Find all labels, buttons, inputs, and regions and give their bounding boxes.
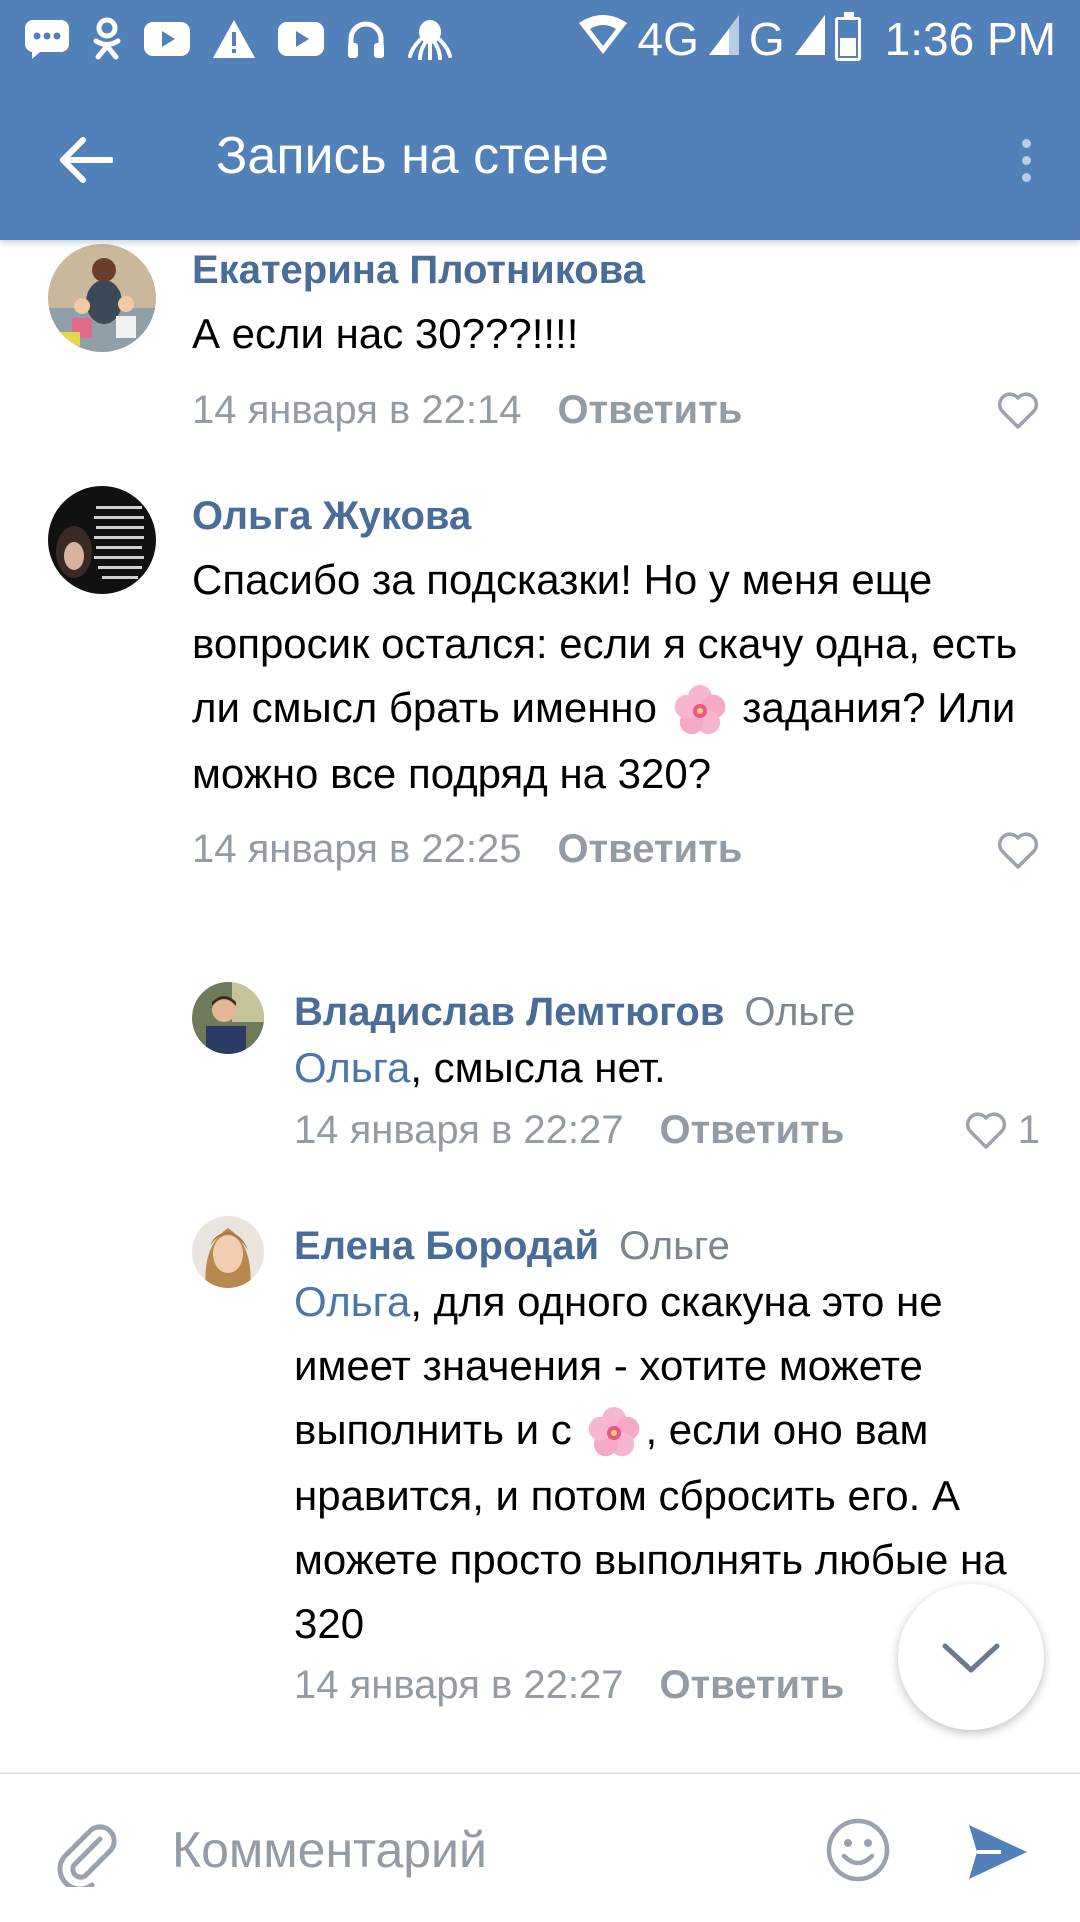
attach-button[interactable] [46,1812,126,1892]
back-arrow-icon [60,137,113,183]
avatar[interactable] [192,982,264,1054]
comment-meta: 14 января в 22:14 Ответить [192,380,1040,440]
toolbar: Запись на стене [0,92,1080,224]
reply-to-label[interactable]: Ольге [744,990,855,1034]
reply-button[interactable]: Ответить [659,1663,844,1708]
comment-text-part: , смысла нет. [410,1044,666,1091]
chevron-down-icon [942,1643,1000,1673]
comment-text: А если нас 30???!!!! [192,310,579,357]
reply-button[interactable]: Ответить [557,388,742,433]
comment-meta: 14 января в 22:25 Ответить [192,820,1040,880]
cherry-blossom-emoji-icon [589,1406,640,1457]
reply-to-label[interactable]: Ольге [619,1224,730,1268]
more-options-button[interactable] [996,120,1056,200]
author-name[interactable]: Екатерина Плотникова [192,248,645,292]
signal-icon-2 [794,12,825,66]
send-button[interactable] [958,1812,1038,1892]
warning-icon [212,17,256,61]
paperclip-icon [57,1824,117,1887]
comment-text: Ольга, смысла нет. [294,1036,1040,1100]
comment-body: Екатерина Плотникова А если нас 30???!!!… [192,246,1040,440]
comment-date[interactable]: 14 января в 22:14 [192,388,521,433]
youtube-icon [144,17,190,61]
headphones-icon [346,17,386,61]
notification-icons [24,14,452,64]
status-bar: 4G G 1:36 PM [0,0,1080,78]
comment-date[interactable]: 14 января в 22:25 [192,827,521,872]
page-title: Запись на стене [216,127,609,185]
reply-button[interactable]: Ответить [557,827,742,872]
comment-composer [0,1772,1080,1922]
avatar[interactable] [48,486,156,594]
octopus-icon [408,17,452,61]
mention-link[interactable]: Ольга [294,1044,410,1091]
youtube-icon [278,17,324,61]
emoji-button[interactable] [818,1810,898,1890]
scroll-down-button[interactable] [898,1584,1044,1730]
like-button[interactable] [996,380,1040,440]
comment-date[interactable]: 14 января в 22:27 [294,1108,623,1153]
comment-input[interactable] [170,1804,794,1896]
reply-button[interactable]: Ответить [659,1108,844,1153]
mention-link[interactable]: Ольга [294,1278,410,1325]
heart-icon [965,1112,1006,1149]
status-right: 4G G 1:36 PM [578,10,1056,68]
author-name[interactable]: Владислав Лемтюгов [294,990,724,1034]
comment-meta: 14 января в 22:27 Ответить 1 [294,1100,1040,1160]
like-button[interactable] [996,820,1040,880]
avatar[interactable] [48,244,156,352]
clock: 1:36 PM [884,13,1056,65]
heart-icon [997,832,1039,869]
network-type-label: 4G [637,13,699,65]
avatar[interactable] [192,1216,264,1288]
battery-icon [834,12,861,61]
more-vert-icon [1021,138,1031,148]
author-name[interactable]: Ольга Жукова [192,494,471,538]
odnoklassniki-icon [92,17,122,61]
author-name[interactable]: Елена Бородай [294,1224,599,1268]
back-button[interactable] [40,120,130,200]
like-count: 1 [1017,1107,1040,1152]
chat-icon [24,17,70,61]
wifi-icon [578,12,628,66]
signal-icon [708,12,739,66]
smiley-icon [826,1818,890,1882]
cherry-blossom-emoji-icon [674,684,725,735]
comment-body: Владислав Лемтюгов Ольге Ольга, смысла не… [294,988,1040,1160]
like-button[interactable]: 1 [964,1100,1040,1160]
comment-body: Ольга Жукова Спасибо за подсказки! Но у … [192,492,1040,880]
heart-icon [997,392,1039,429]
app-bar: 4G G 1:36 PM Запись на стене [0,0,1080,240]
comment-date[interactable]: 14 января в 22:27 [294,1663,623,1708]
send-icon [969,1825,1027,1879]
comment-text: Спасибо за подсказки! Но у меня еще вопр… [192,548,1040,806]
network-type-label-2: G [748,13,785,65]
